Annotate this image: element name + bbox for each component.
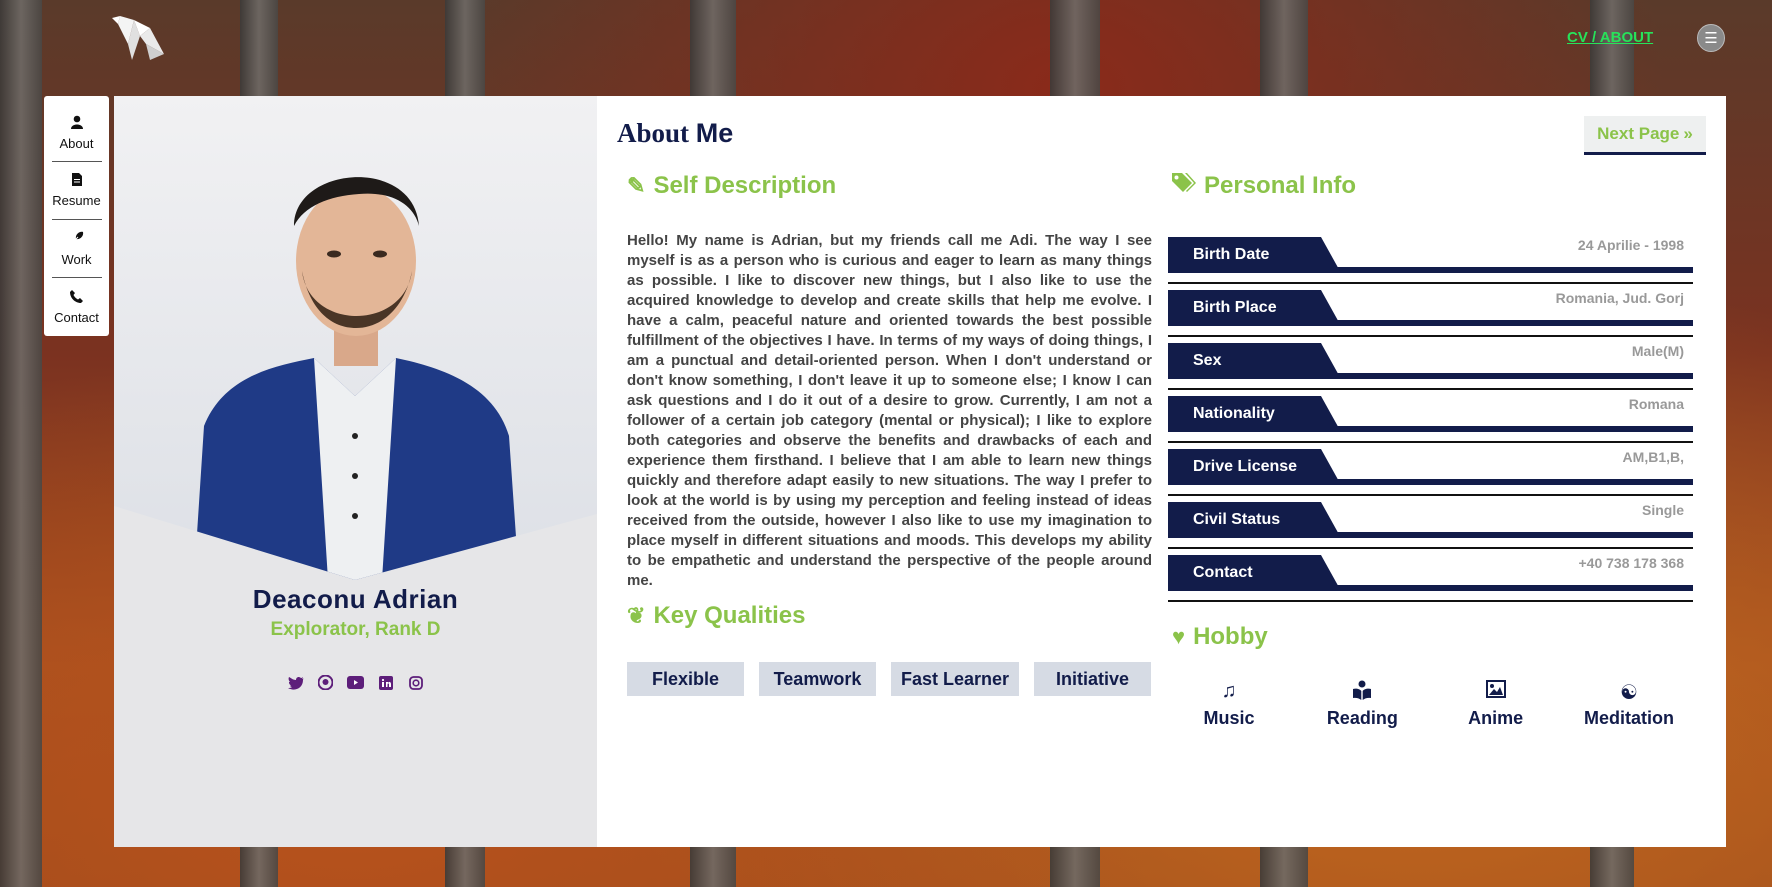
info-label: Birth Date [1168,237,1341,273]
user-icon [70,115,83,132]
self-description-title: ✎ Self Description [627,172,836,200]
hobby-label: Anime [1468,708,1524,728]
profile-panel: Deaconu Adrian Explorator, Rank D [114,96,597,847]
section-title-label: Key Qualities [653,602,806,629]
nav-item-label: About [59,135,94,151]
next-page-button[interactable]: Next Page » [1584,116,1706,155]
hobby-reading: Reading [1312,680,1412,729]
hobby-music: ♫ Music [1179,680,1279,729]
key-qualities-list: Flexible Teamwork Fast Learner Initiativ… [627,662,1152,696]
hobby-anime: Anime [1446,680,1546,729]
image-icon [1485,680,1506,706]
hobby-label: Music [1203,708,1255,728]
info-value: Romania, Jud. Gorj [1555,290,1684,306]
yin-yang-icon: ☯ [1620,682,1638,704]
info-label: Sex [1168,343,1341,379]
self-description-text: Hello! My name is Adrian, but my friends… [627,232,1152,589]
heart-icon: ♥ [1172,624,1186,649]
hobby-list: ♫ Music Reading Anime ☯ Meditation [1179,680,1679,729]
origami-horse-logo[interactable] [110,14,166,62]
info-row-civil-status: Civil Status Single [1168,496,1693,549]
about-content: About Me Next Page » ✎ Self Description … [597,96,1726,847]
quality-badge: Fast Learner [891,662,1020,696]
quality-badge: Teamwork [759,662,876,696]
profile-card: Deaconu Adrian Explorator, Rank D About … [114,96,1726,847]
info-label: Civil Status [1168,502,1341,538]
feather-icon [70,231,84,248]
nav-item-about[interactable]: About [51,104,102,163]
personal-info-list: Birth Date 24 Aprilie - 1998 Birth Place… [1168,231,1693,602]
hobby-label: Reading [1326,708,1398,728]
key-qualities-title: ❦ Key Qualities [627,602,806,630]
page-title: About Me [617,118,733,149]
music-note-icon: ♫ [1221,680,1237,702]
info-value: 24 Aprilie - 1998 [1577,237,1684,253]
info-label: Drive License [1168,449,1341,485]
info-value: AM,B1,B, [1622,449,1684,465]
instagram-icon[interactable] [407,674,424,691]
nav-item-contact[interactable]: Contact [52,278,102,336]
info-value: +40 738 178 368 [1578,555,1685,571]
personal-info-title: Personal Info [1172,172,1356,200]
linkedin-icon[interactable] [377,674,394,691]
info-row-drive-license: Drive License AM,B1,B, [1168,443,1693,496]
info-value: Romana [1628,396,1684,412]
info-label: Nationality [1168,396,1341,432]
info-row-nationality: Nationality Romana [1168,390,1693,443]
info-row-birth-place: Birth Place Romania, Jud. Gorj [1168,284,1693,337]
info-label: Contact [1168,555,1341,591]
profile-photo [114,96,597,580]
section-title-label: Hobby [1193,623,1268,650]
phone-icon [70,289,83,306]
nav-item-resume[interactable]: Resume [51,162,102,221]
nav-item-label: Resume [52,193,101,209]
profile-rank: Explorator, Rank D [270,619,441,640]
info-row-birth-date: Birth Date 24 Aprilie - 1998 [1168,231,1693,284]
background-tree [0,0,42,887]
quality-badge: Initiative [1034,662,1152,696]
info-row-contact: Contact +40 738 178 368 [1168,549,1693,602]
quality-badge: Flexible [627,662,744,696]
book-reader-icon [1352,680,1372,706]
social-links [114,674,597,691]
info-label: Birth Place [1168,290,1341,326]
nav-item-label: Contact [54,309,99,325]
info-row-sex: Sex Male(M) [1168,337,1693,390]
youtube-icon[interactable] [347,674,364,691]
hobby-label: Meditation [1583,708,1674,728]
hobby-meditation: ☯ Meditation [1579,680,1679,729]
profile-name: Deaconu Adrian [252,584,459,614]
pencil-icon: ✎ [627,173,646,198]
leaf-icon: ❦ [627,603,646,628]
github-icon[interactable] [317,674,334,691]
nav-item-work[interactable]: Work [51,220,102,279]
twitter-icon[interactable] [287,674,304,691]
info-value: Single [1641,502,1684,518]
section-title-label: Self Description [653,172,837,199]
side-nav: About Resume Work Contact [44,96,109,336]
tags-icon [1172,173,1196,199]
hobby-title: ♥ Hobby [1172,623,1268,651]
page-title-light: About [617,118,690,148]
section-title-label: Personal Info [1204,172,1357,199]
nav-item-label: Work [61,251,92,267]
document-icon [71,173,82,189]
hamburger-icon[interactable]: ☰ [1697,24,1725,52]
next-page-label: Next Page [1597,124,1680,143]
info-value: Male(M) [1631,343,1684,359]
page-title-bold: Me [695,118,734,148]
double-chevron-right-icon: » [1683,124,1693,143]
cv-about-link[interactable]: CV / ABOUT [1567,29,1653,46]
